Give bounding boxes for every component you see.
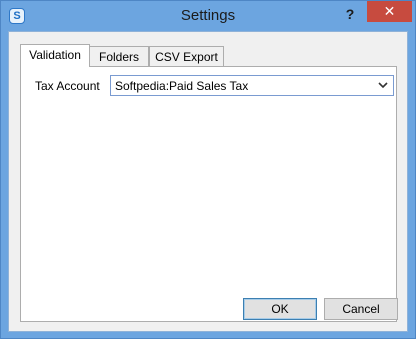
tab-folders-label: Folders (98, 50, 139, 64)
tab-csv-export[interactable]: CSV Export (149, 46, 224, 66)
ok-button[interactable]: OK (243, 298, 317, 320)
tab-validation-label: Validation (29, 48, 81, 62)
cancel-button[interactable]: Cancel (324, 298, 398, 320)
cancel-button-label: Cancel (342, 302, 380, 316)
tax-account-select[interactable]: Softpedia:Paid Sales Tax (110, 75, 394, 96)
settings-window: S Settings ? ✕ Validation Folders CSV Ex… (0, 0, 416, 339)
validation-panel: Tax Account Softpedia:Paid Sales Tax (20, 66, 397, 322)
title-bar: S Settings ? ✕ (1, 1, 415, 31)
close-button[interactable]: ✕ (367, 1, 412, 22)
close-icon: ✕ (383, 3, 396, 19)
help-icon: ? (345, 6, 355, 22)
tax-account-value: Softpedia:Paid Sales Tax (115, 79, 249, 93)
tab-folders[interactable]: Folders (89, 46, 149, 66)
tab-validation[interactable]: Validation (20, 44, 90, 67)
ok-button-label: OK (271, 302, 289, 316)
tab-csv-export-label: CSV Export (155, 50, 218, 64)
help-button[interactable]: ? (339, 3, 361, 25)
chevron-down-icon (378, 82, 388, 89)
dialog-body: Validation Folders CSV Export Tax Accoun… (8, 31, 408, 332)
tax-account-label: Tax Account (35, 79, 100, 93)
